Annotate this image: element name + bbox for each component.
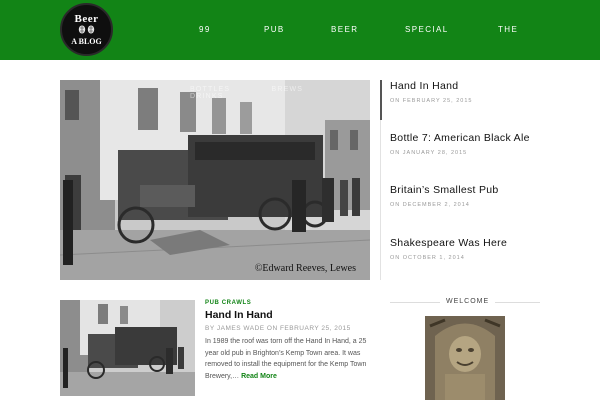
- logo-title: Beer: [74, 13, 99, 25]
- sidebar-post-date: ON FEBRUARY 25, 2015: [390, 98, 473, 104]
- hero-tab[interactable]: BOTTLES: [190, 86, 230, 93]
- site-logo[interactable]: Beer A BLOG: [60, 3, 113, 56]
- hero-slider[interactable]: BOTTLES BREWS DRINKS ©Edward Reeves, Lew…: [60, 80, 370, 280]
- nav-item-pub[interactable]: PUB: [264, 25, 285, 34]
- active-post-indicator: [380, 80, 382, 120]
- sidebar-post-title[interactable]: Britain’s Smallest Pub: [390, 184, 590, 196]
- post-meta: BY JAMES WADE ON FEBRUARY 25, 2015: [205, 325, 351, 332]
- hero-tab[interactable]: BREWS: [271, 86, 303, 93]
- nav-item-the[interactable]: THE: [498, 25, 518, 34]
- carved-figure-photo: [425, 316, 505, 400]
- widget-title: WELCOME: [440, 298, 496, 305]
- sidebar-post[interactable]: Bottle 7: American Black Ale ON JANUARY …: [390, 132, 590, 156]
- sidebar-post-title[interactable]: Bottle 7: American Black Ale: [390, 132, 590, 144]
- hero-tab[interactable]: DRINKS: [190, 93, 224, 100]
- sidebar-post-title[interactable]: Hand In Hand: [390, 80, 590, 92]
- post-category[interactable]: PUB CRAWLS: [205, 300, 251, 306]
- sidebar-post-date: ON JANUARY 28, 2015: [390, 150, 468, 156]
- nav-item-special[interactable]: SPECIAL: [405, 25, 449, 34]
- post-excerpt: In 1989 the roof was torn off the Hand I…: [205, 336, 371, 382]
- read-more-link[interactable]: Read More: [241, 373, 277, 380]
- excerpt-line: year old pub in Brighton’s Kemp Town are…: [205, 349, 361, 357]
- hero-tabs: BOTTLES BREWS DRINKS: [190, 86, 370, 100]
- post-thumbnail[interactable]: [60, 300, 195, 396]
- sidebar-post[interactable]: Shakespeare Was Here ON OCTOBER 1, 2014: [390, 237, 590, 261]
- site-header: Beer A BLOG 99 PUB BEER SPECIAL THE: [0, 0, 600, 60]
- post-title[interactable]: Hand In Hand: [205, 309, 273, 321]
- welcome-image: [425, 316, 505, 400]
- sidebar-post[interactable]: Britain’s Smallest Pub ON DECEMBER 2, 20…: [390, 184, 590, 208]
- sidebar-post-title[interactable]: Shakespeare Was Here: [390, 237, 590, 249]
- hero-photo: [60, 80, 370, 280]
- hops-icon: [62, 25, 111, 36]
- hero-caption: ©Edward Reeves, Lewes: [254, 263, 356, 274]
- nav-item-99[interactable]: 99: [199, 25, 211, 34]
- nav-item-beer[interactable]: BEER: [331, 25, 358, 34]
- sidebar-post-date: ON DECEMBER 2, 2014: [390, 202, 470, 208]
- post-thumbnail-photo: [60, 300, 195, 396]
- logo-subtitle: A BLOG: [71, 37, 102, 46]
- sidebar-post-date: ON OCTOBER 1, 2014: [390, 255, 465, 261]
- excerpt-tail: Brewery,…: [205, 372, 240, 380]
- excerpt-line: removed to install the equipment for the…: [205, 361, 367, 368]
- excerpt-line: In 1989 the roof was torn off the Hand I…: [205, 338, 367, 345]
- sidebar-post[interactable]: Hand In Hand ON FEBRUARY 25, 2015: [390, 80, 590, 104]
